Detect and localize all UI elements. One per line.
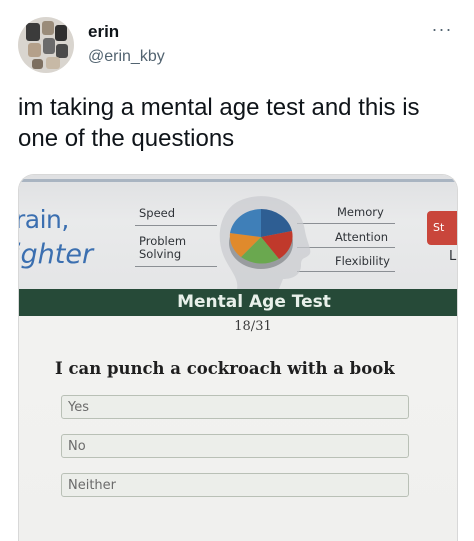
label-memory: Memory [337,205,384,219]
brain-pie-icon [219,196,311,289]
tweet-header: erin @erin_kby ··· [0,0,474,90]
label-underline [135,266,217,267]
question-text: I can punch a cockroach with a book [55,359,395,378]
label-attention: Attention [335,230,389,244]
user-handle[interactable]: @erin_kby [88,47,165,67]
more-dots-icon[interactable]: ··· [428,20,456,42]
answer-option-no[interactable]: No [61,434,409,458]
label-problem-line2: Solving [139,247,182,261]
attached-photo[interactable]: rain, ighter Speed Problem Solving Memor… [18,174,458,541]
display-name[interactable]: erin [88,22,119,42]
answer-option-yes[interactable]: Yes [61,395,409,419]
test-title: Mental Age Test [177,292,331,312]
answer-option-neither[interactable]: Neither [61,473,409,497]
header-divider [19,179,457,182]
tweet-text: im taking a mental age test and this is … [18,94,420,152]
label-flexibility: Flexibility [335,254,390,268]
question-progress: 18/31 [234,319,272,334]
label-underline [135,225,217,226]
brand-text-line2: ighter [18,239,94,270]
brand-text-line1: rain, [18,205,69,234]
avatar[interactable] [18,17,74,73]
cut-off-text: L [449,249,457,264]
label-speed: Speed [139,206,176,220]
start-button[interactable]: St [427,211,457,245]
